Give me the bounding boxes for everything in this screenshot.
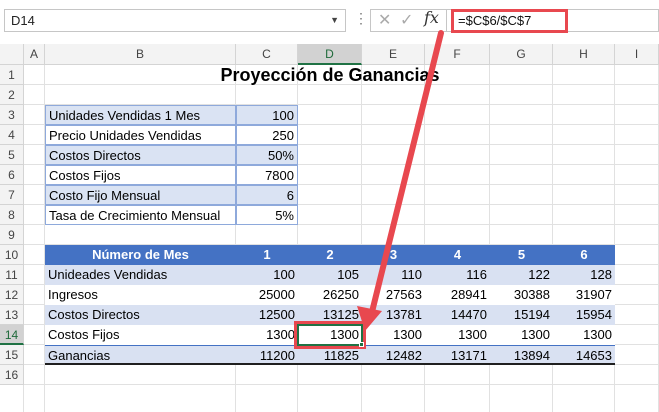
arrow-shaft [367,30,444,323]
annotation-arrow [357,30,444,331]
arrow-head [357,306,382,331]
